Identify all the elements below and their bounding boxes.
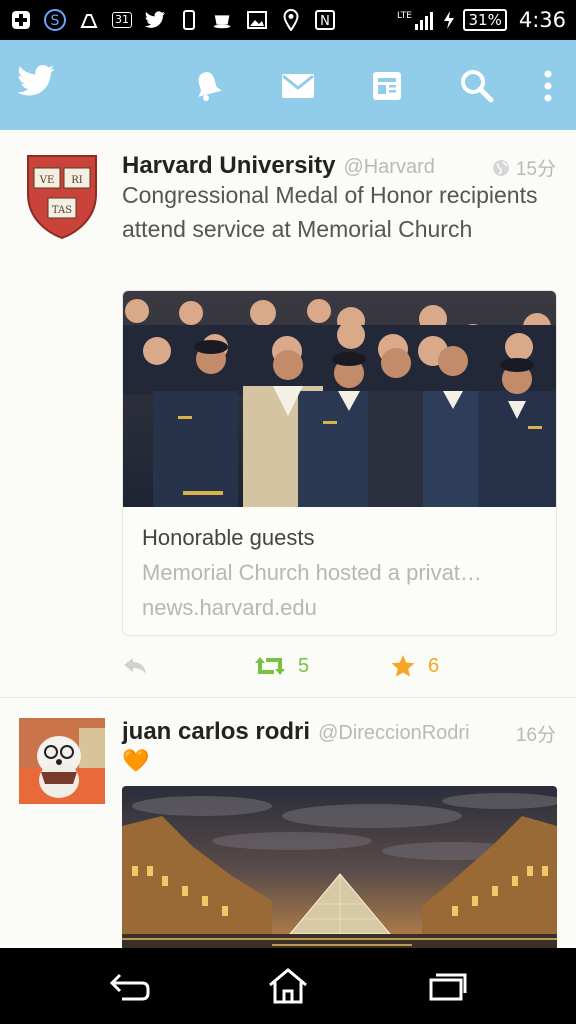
- avatar[interactable]: VE RI TAS: [26, 154, 98, 240]
- tweet-text: Congressional Medal of Honor recipients …: [122, 182, 538, 242]
- tweet-header: Harvard University @Harvard: [122, 152, 435, 180]
- tweet-header: juan carlos rodri @DireccionRodri: [122, 718, 470, 746]
- discover-icon[interactable]: [367, 66, 407, 106]
- card-title: Honorable guests: [142, 525, 315, 550]
- author-name[interactable]: juan carlos rodri: [122, 718, 310, 746]
- avatar-motto-tas: TAS: [52, 205, 72, 216]
- battery-indicator: 31%: [463, 9, 507, 31]
- avatar-motto-ve: VE: [39, 175, 55, 186]
- avatar-motto-ri: RI: [71, 175, 83, 186]
- tweet-photo[interactable]: [122, 786, 557, 948]
- globe-icon: [492, 159, 510, 177]
- timeline[interactable]: VE RI TAS Harvard University @Harvard 15…: [0, 130, 576, 948]
- charging-icon: [443, 9, 455, 31]
- system-nav-bar: [0, 948, 576, 1024]
- home-icon[interactable]: [265, 966, 311, 1006]
- image-icon: [246, 9, 268, 31]
- author-handle[interactable]: @DireccionRodri: [318, 722, 469, 745]
- nfc-icon: N: [314, 9, 336, 31]
- search-icon[interactable]: [457, 66, 497, 106]
- card-description: Memorial Church hosted a privat…: [142, 560, 482, 585]
- notifications-bell-icon[interactable]: [188, 66, 228, 106]
- tweet-timestamp: 15分: [492, 154, 556, 181]
- author-name[interactable]: Harvard University: [122, 152, 335, 180]
- tweet-actions: 5 6: [0, 654, 576, 684]
- cup-app-icon: [212, 9, 234, 31]
- link-card[interactable]: Honorable guests Memorial Church hosted …: [122, 290, 557, 636]
- clean-app-icon: [78, 9, 100, 31]
- back-icon[interactable]: [106, 966, 152, 1006]
- network-type: LTE: [397, 11, 412, 21]
- time-label: 15分: [515, 159, 556, 180]
- tweet-item[interactable]: VE RI TAS Harvard University @Harvard 15…: [0, 130, 576, 698]
- tweet-timestamp: 16分: [516, 720, 556, 747]
- recent-apps-icon[interactable]: [425, 966, 471, 1006]
- overflow-menu-icon[interactable]: [528, 66, 568, 106]
- avatar[interactable]: [19, 718, 105, 804]
- star-icon: [390, 654, 416, 678]
- svg-text:N: N: [320, 14, 330, 29]
- phone-data-icon: [178, 9, 200, 31]
- messages-envelope-icon[interactable]: [278, 66, 318, 106]
- retweet-icon: [254, 654, 286, 678]
- signal-icon: LTE: [397, 9, 435, 31]
- time-label: 16分: [515, 725, 556, 746]
- favorite-count: 6: [428, 654, 440, 677]
- plus-app-icon: [10, 9, 32, 31]
- tweet-item[interactable]: juan carlos rodri @DireccionRodri 16分 🧡: [0, 698, 576, 948]
- reply-button[interactable]: [122, 656, 148, 676]
- status-bar: S 31 N LTE 31% 4:36: [0, 0, 576, 40]
- card-photo[interactable]: [123, 291, 556, 507]
- retweet-count: 5: [298, 654, 310, 677]
- author-handle[interactable]: @Harvard: [343, 156, 434, 179]
- clock: 4:36: [518, 8, 566, 32]
- calendar-app-icon: 31: [112, 12, 132, 28]
- reply-icon: [122, 656, 148, 676]
- app-toolbar: [0, 40, 576, 130]
- tweet-text: 🧡: [122, 748, 150, 773]
- twitter-bird-icon[interactable]: [16, 64, 56, 104]
- location-icon: [280, 9, 302, 31]
- s-app-icon: S: [44, 9, 66, 31]
- favorite-button[interactable]: 6: [390, 654, 439, 678]
- card-url[interactable]: news.harvard.edu: [142, 595, 317, 621]
- svg-text:S: S: [51, 13, 60, 29]
- twitter-notification-icon: [144, 9, 166, 31]
- retweet-button[interactable]: 5: [254, 654, 309, 678]
